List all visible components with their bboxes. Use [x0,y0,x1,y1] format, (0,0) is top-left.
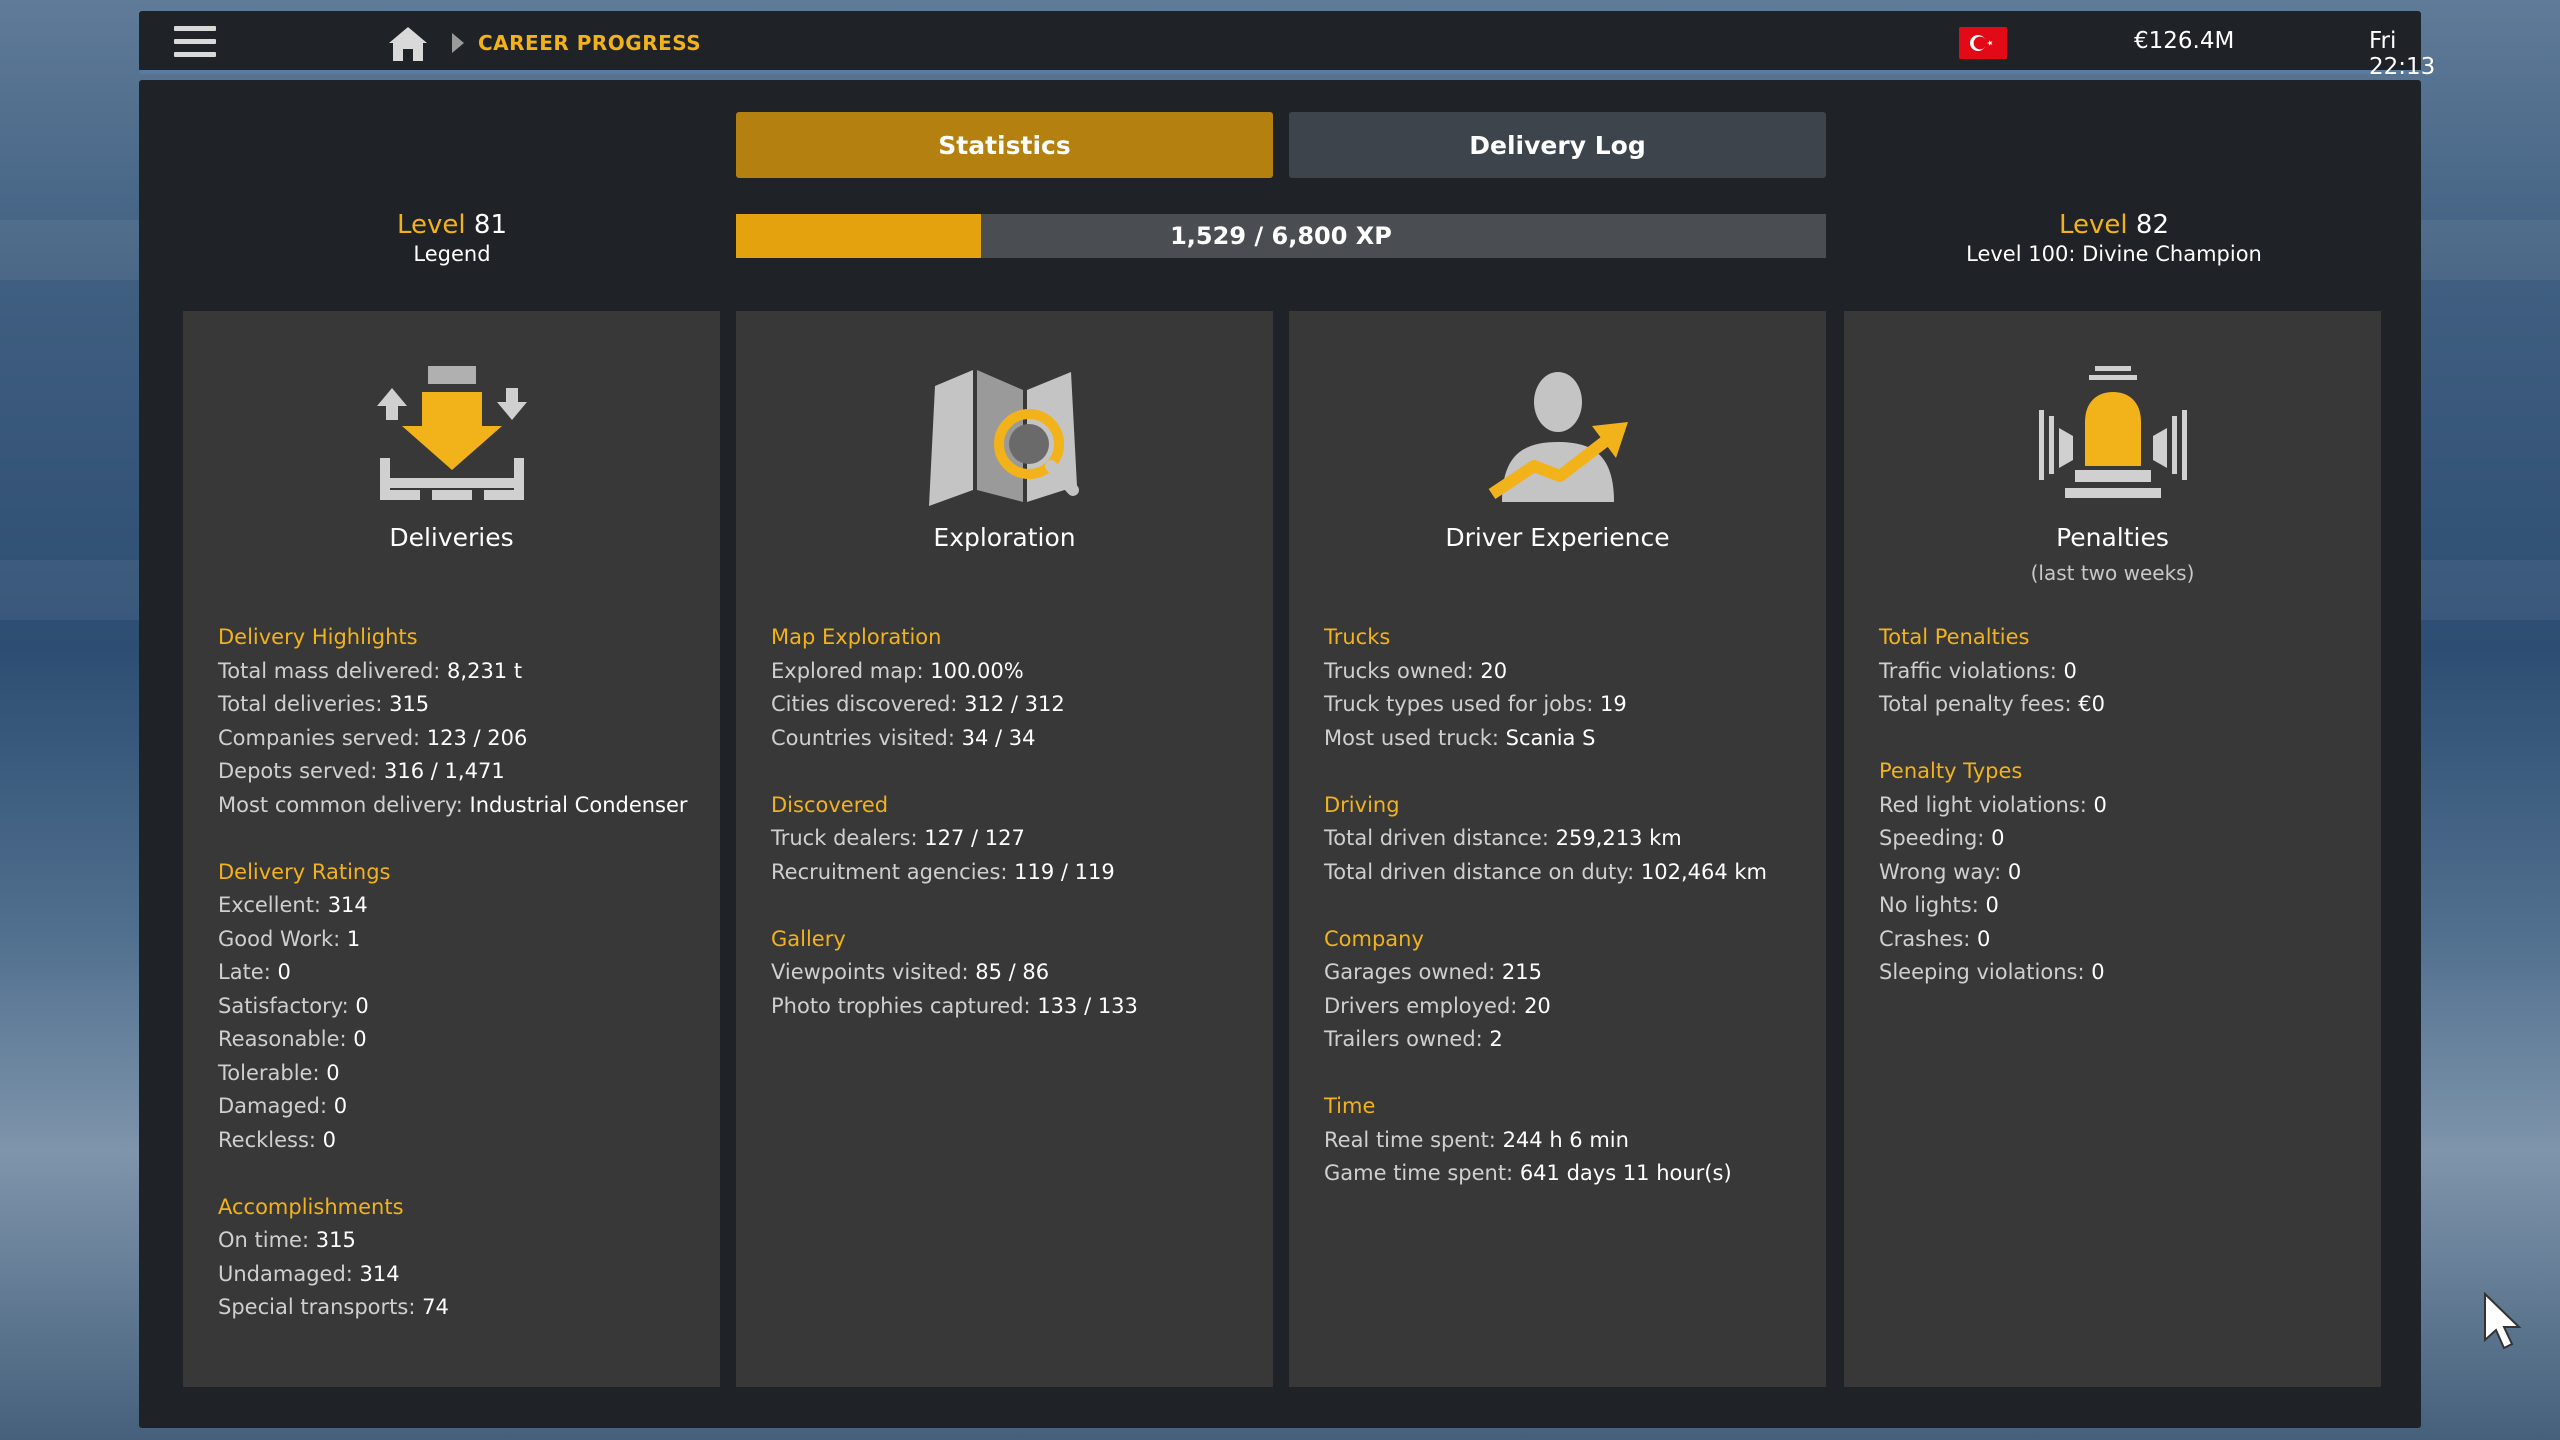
tab-statistics[interactable]: Statistics [736,112,1273,178]
level-goal: Level 100: Divine Champion [1966,242,2262,266]
section-heading: Delivery Ratings [218,859,391,884]
level-label: Level [2059,210,2128,240]
stat-row: Undamaged: 314 [218,1261,400,1286]
current-level: Level 81 Legend [182,210,722,266]
section-heading: Company [1324,926,1424,951]
stat-row: Countries visited: 34 / 34 [771,725,1036,750]
level-label: Level [397,210,466,240]
stat-row: Reckless: 0 [218,1127,337,1152]
card-subtitle: (last two weeks) [2030,561,2195,585]
section-heading: Gallery [771,926,846,951]
stat-row: Photo trophies captured: 133 / 133 [771,993,1138,1018]
section-heading: Map Exploration [771,625,942,649]
stat-row: Crashes: 0 [1879,926,1991,951]
stat-row: Viewpoints visited: 85 / 86 [771,960,1050,984]
card-title: Deliveries [389,523,514,552]
stat-row: Total deliveries: 315 [218,692,430,716]
stat-row: Total driven distance on duty: 102,464 k… [1324,859,1768,884]
stat-row: Tolerable: 0 [218,1060,340,1085]
menu-icon[interactable] [174,26,216,60]
next-level: Level 82 Level 100: Divine Champion [1844,210,2384,266]
stat-row: Real time spent: 244 h 6 min [1324,1127,1629,1152]
home-icon[interactable] [387,25,429,63]
stat-row: Companies served: 123 / 206 [218,725,528,750]
level-rank: Legend [413,242,491,266]
stat-row: Truck types used for jobs: 19 [1324,692,1627,716]
turkey-flag-icon [1959,27,2007,59]
stat-row: Trucks owned: 20 [1324,658,1508,683]
section-heading: Time [1324,1094,1376,1118]
stat-row: Excellent: 314 [218,893,368,917]
top-bar: CAREER PROGRESS €126.4M Fri 22:13 TRT [139,11,2435,106]
level-value: 82 [2135,210,2169,240]
stat-row: Damaged: 0 [218,1094,348,1118]
stat-row: Cities discovered: 312 / 312 [771,692,1065,716]
card-title: Penalties [2056,523,2169,552]
card-title: Exploration [933,523,1076,552]
section-heading: Delivery Highlights [218,625,418,649]
section-heading: Penalty Types [1879,759,2023,783]
stat-row: Red light violations: 0 [1879,792,2107,817]
stat-row: Most common delivery: Industrial Condens… [218,792,688,817]
breadcrumb[interactable]: CAREER PROGRESS [478,31,701,55]
stat-row: Special transports: 74 [218,1295,449,1319]
money-balance: €126.4M [2134,28,2235,54]
section-heading: Driving [1324,792,1400,817]
stat-row: Game time spent: 641 days 11 hour(s) [1324,1161,1732,1185]
level-value: 81 [473,210,507,240]
driver-growth-icon [1488,372,1628,502]
stat-row: Sleeping violations: 0 [1879,960,2105,984]
mouse-cursor-icon [2484,1292,2522,1350]
stat-row: Speeding: 0 [1879,826,2005,850]
stat-row: Truck dealers: 127 / 127 [771,826,1025,850]
chevron-right-icon [452,33,464,53]
driver-experience-card: Driver Experience Trucks Trucks owned: 2… [1289,311,1826,1387]
section-heading: Total Penalties [1879,625,2030,649]
delivery-icon [376,366,527,500]
card-title: Driver Experience [1445,523,1670,552]
stat-row: Explored map: 100.00% [771,658,1024,683]
exploration-card: Exploration Map Exploration Explored map… [736,311,1273,1387]
stat-row: No lights: 0 [1879,893,1999,917]
section-heading: Accomplishments [218,1194,404,1219]
penalties-card: Penalties (last two weeks) Total Penalti… [1844,311,2381,1387]
stat-row: Wrong way: 0 [1879,859,2022,884]
stat-row: Total penalty fees: €0 [1879,692,2105,716]
stat-row: Traffic violations: 0 [1879,658,2077,683]
map-magnifier-icon [928,370,1079,506]
stat-row: Good Work: 1 [218,926,361,951]
deliveries-card: Deliveries Delivery Highlights Total mas… [183,311,720,1387]
stat-row: Recruitment agencies: 119 / 119 [771,859,1115,884]
stat-row: Total driven distance: 259,213 km [1324,826,1682,850]
stat-row: Garages owned: 215 [1324,960,1542,984]
stat-row: On time: 315 [218,1228,356,1252]
stat-row: Drivers employed: 20 [1324,993,1551,1018]
xp-text: 1,529 / 6,800 XP [1170,222,1392,250]
xp-progress-bar: 1,529 / 6,800 XP [736,214,1826,258]
stat-row: Most used truck: Scania S [1324,725,1596,750]
section-heading: Discovered [771,792,889,817]
siren-icon [2038,366,2187,498]
stat-row: Satisfactory: 0 [218,993,369,1018]
career-progress-panel: Statistics Delivery Log Level 81 Legend … [139,80,2421,1428]
stat-row: Reasonable: 0 [218,1027,367,1051]
stat-row: Late: 0 [218,960,291,984]
section-heading: Trucks [1324,625,1391,649]
stat-row: Total mass delivered: 8,231 t [218,658,523,683]
stat-row: Depots served: 316 / 1,471 [218,759,505,783]
tab-delivery-log[interactable]: Delivery Log [1289,112,1826,178]
stat-row: Trailers owned: 2 [1324,1027,1503,1051]
